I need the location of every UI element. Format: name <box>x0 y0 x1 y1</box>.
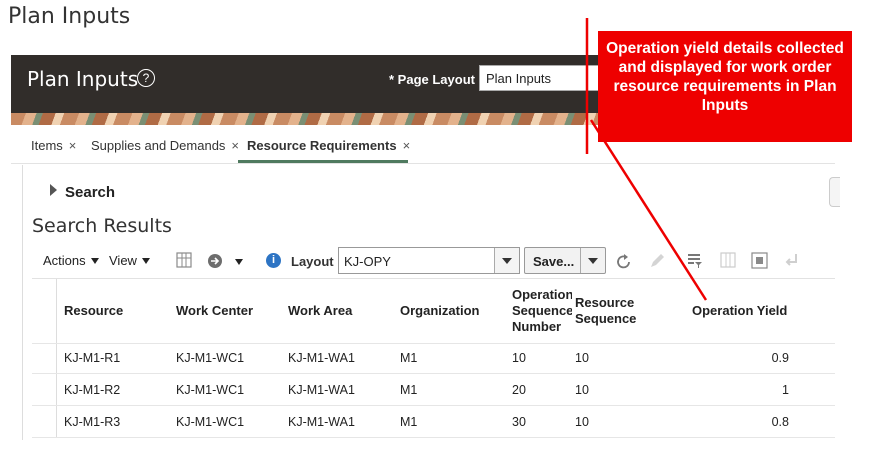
annotation-pointer-line <box>589 119 708 301</box>
annotation-callout: Operation yield details collected and di… <box>598 31 852 142</box>
